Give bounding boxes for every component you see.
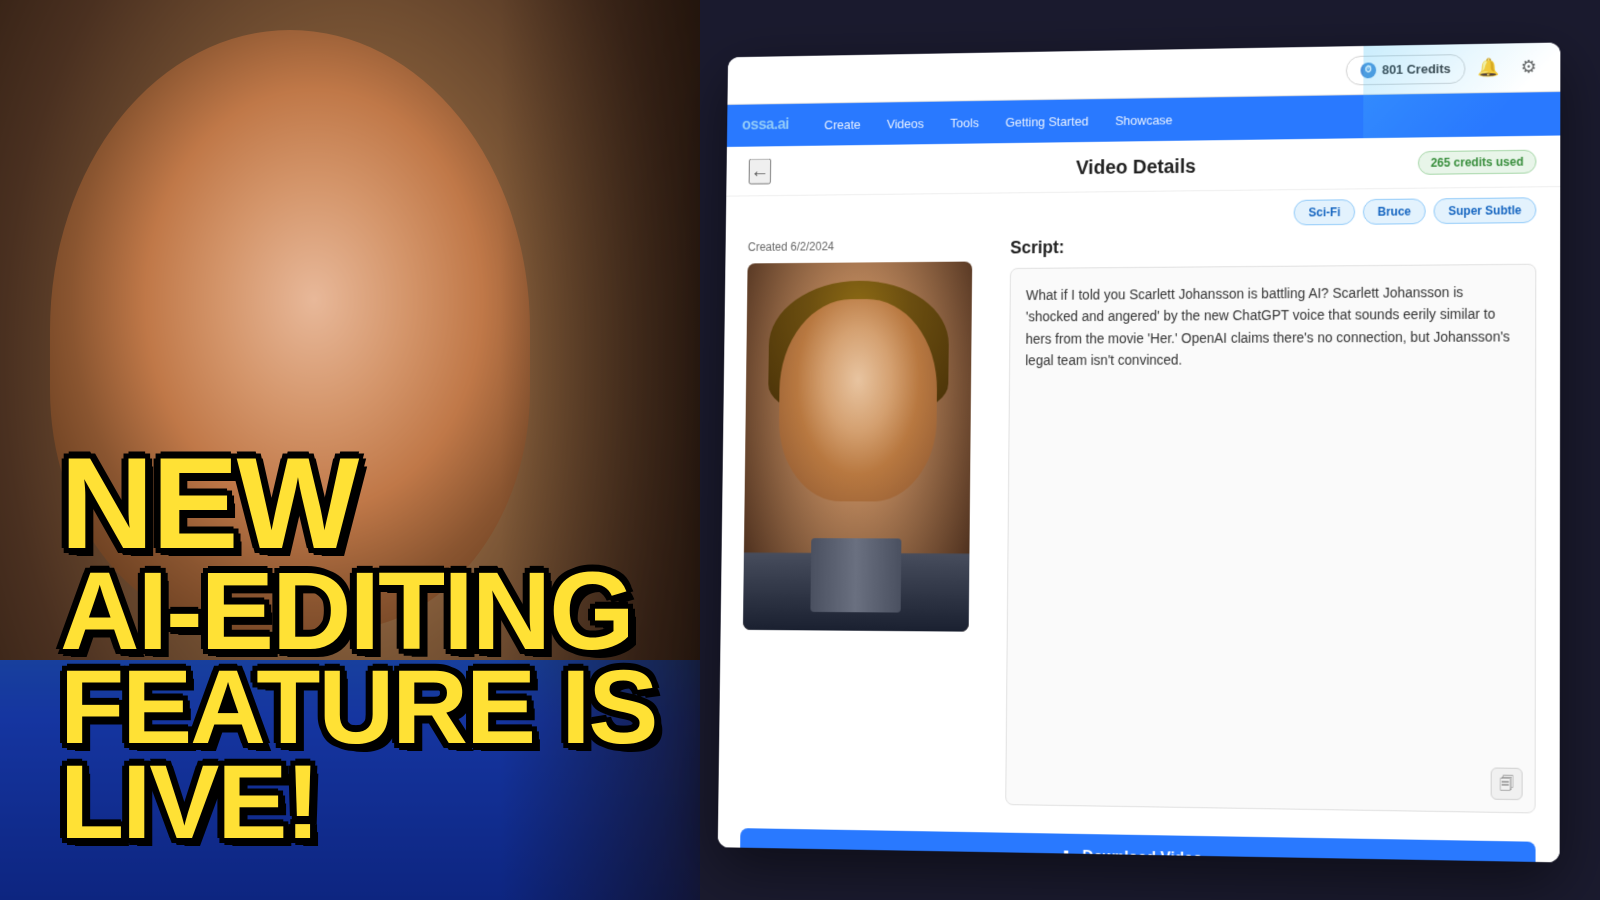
download-icon: ⬇ bbox=[1060, 847, 1073, 862]
app-topbar: ⏱ 801 Credits 🔔 ⚙ bbox=[727, 42, 1560, 104]
script-box: What if I told you Scarlett Johansson is… bbox=[1005, 264, 1536, 814]
overlay-line-1: NEW bbox=[60, 445, 860, 562]
tag-sci-fi[interactable]: Sci-Fi bbox=[1294, 199, 1355, 225]
script-panel: Script: What if I told you Scarlett Joha… bbox=[1005, 233, 1536, 814]
nav-item-getting-started[interactable]: Getting Started bbox=[992, 99, 1102, 143]
credits-icon: ⏱ bbox=[1360, 62, 1376, 78]
credits-used-badge: 265 credits used bbox=[1418, 149, 1537, 174]
download-label: Download Video bbox=[1082, 849, 1202, 863]
copy-icon[interactable]: 🗐 bbox=[1491, 767, 1523, 800]
nav-logo[interactable]: ossa.ai bbox=[742, 116, 789, 134]
notification-icon[interactable]: 🔔 bbox=[1473, 52, 1505, 84]
script-content: What if I told you Scarlett Johansson is… bbox=[1025, 281, 1519, 372]
overlay-line-3: FEATURE IS LIVE! bbox=[60, 661, 860, 850]
overlay-text-container: NEW AI-EDITING FEATURE IS LIVE! bbox=[60, 445, 860, 850]
tag-super-subtle[interactable]: Super Subtle bbox=[1433, 197, 1536, 224]
nav-item-create[interactable]: Create bbox=[811, 103, 874, 146]
settings-icon[interactable]: ⚙ bbox=[1513, 51, 1545, 83]
back-button[interactable]: ← bbox=[749, 158, 772, 184]
tag-bruce[interactable]: Bruce bbox=[1363, 198, 1426, 224]
credits-badge[interactable]: ⏱ 801 Credits bbox=[1346, 54, 1466, 85]
nav-item-tools[interactable]: Tools bbox=[937, 101, 992, 144]
created-label: Created 6/2/2024 bbox=[748, 238, 992, 254]
nav-item-videos[interactable]: Videos bbox=[874, 102, 938, 145]
page-header: ← Video Details 265 credits used bbox=[726, 135, 1560, 196]
nav-item-showcase[interactable]: Showcase bbox=[1102, 98, 1187, 142]
overlay-line-2: AI-EDITING bbox=[60, 562, 860, 661]
script-label: Script: bbox=[1010, 233, 1536, 258]
credits-amount: 801 Credits bbox=[1382, 61, 1451, 77]
